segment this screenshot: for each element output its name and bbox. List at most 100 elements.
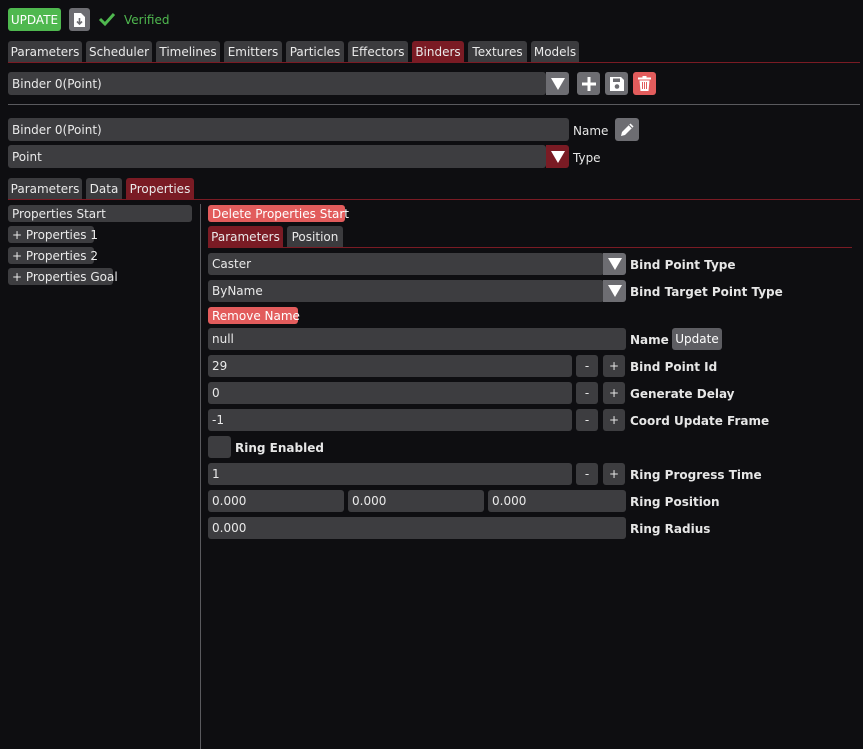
update-button[interactable]: UPDATE: [8, 8, 61, 31]
coord-update-frame-label: Coord Update Frame: [630, 414, 770, 428]
ring-enabled-label: Ring Enabled: [235, 441, 324, 455]
minus-glyph: -: [584, 386, 590, 400]
point-name-label: Name: [630, 333, 669, 347]
field-value: null: [212, 332, 234, 346]
tab-emitters[interactable]: Emitters: [224, 41, 282, 62]
ring-progress-time-increment[interactable]: +: [603, 463, 625, 485]
coord-update-frame-increment[interactable]: +: [603, 409, 625, 431]
name-update-button[interactable]: Update: [672, 328, 722, 350]
tree-item-label: + Properties 2: [12, 248, 98, 263]
edit-name-button[interactable]: [615, 118, 639, 141]
main-tabs-underline: [8, 62, 860, 63]
generate-delay-decrement[interactable]: -: [576, 382, 598, 404]
binder-type-value: Point: [12, 149, 42, 164]
tab-timelines[interactable]: Timelines: [156, 41, 220, 62]
update-label: Update: [675, 332, 719, 346]
tab-effectors[interactable]: Effectors: [348, 41, 408, 62]
delete-properties-label: Delete Properties Start: [212, 206, 350, 221]
ring-radius-field[interactable]: 0.000: [208, 517, 626, 539]
field-value: 0.000: [492, 494, 527, 508]
tree-item-label: + Properties Goal: [12, 269, 118, 284]
subtab-properties[interactable]: Properties: [126, 178, 194, 199]
binder-type-arrow[interactable]: [546, 145, 569, 168]
generate-delay-field[interactable]: 0: [208, 382, 572, 404]
tree-item-properties-2[interactable]: + Properties 2: [8, 247, 98, 264]
bind-point-type-select[interactable]: Caster: [208, 253, 604, 275]
bind-point-type-label: Bind Point Type: [630, 258, 736, 272]
chevron-down-icon: [607, 285, 622, 297]
panel-splitter[interactable]: [200, 204, 201, 749]
select-value: Caster: [212, 257, 252, 271]
ring-enabled-checkbox[interactable]: [208, 436, 231, 458]
bind-point-id-increment[interactable]: +: [603, 355, 625, 377]
props-tabs-underline: [208, 247, 852, 248]
save-file-button[interactable]: [69, 8, 90, 31]
tab-label: Models: [533, 44, 577, 59]
tab-models[interactable]: Models: [531, 41, 579, 62]
bind-target-point-type-label: Bind Target Point Type: [630, 285, 783, 299]
tab-label: Scheduler: [88, 44, 150, 59]
tab-label: Particles: [289, 44, 341, 59]
tree-item-properties-start[interactable]: Properties Start: [8, 205, 192, 222]
delete-properties-button[interactable]: Delete Properties Start: [208, 205, 349, 222]
save-binder-button[interactable]: [605, 72, 628, 95]
binder-select-arrow[interactable]: [546, 72, 569, 95]
bind-target-point-type-select[interactable]: ByName: [208, 280, 604, 302]
checkmark-icon: [98, 12, 116, 27]
chevron-down-icon: [550, 150, 565, 163]
point-name-field[interactable]: null: [208, 328, 626, 350]
tree-item-label: Properties Start: [12, 206, 106, 221]
tab-particles[interactable]: Particles: [286, 41, 344, 62]
plus-glyph: +: [608, 467, 620, 481]
binder-name-field[interactable]: Binder 0(Point): [8, 118, 569, 141]
props-tab-parameters[interactable]: Parameters: [208, 226, 283, 247]
subtab-data[interactable]: Data: [86, 178, 122, 199]
remove-name-button[interactable]: Remove Name: [208, 307, 300, 324]
tree-item-properties-goal[interactable]: + Properties Goal: [8, 268, 118, 285]
binder-type-label: Type: [573, 151, 601, 165]
coord-update-frame-field[interactable]: -1: [208, 409, 572, 431]
tab-label: Textures: [472, 44, 523, 59]
tab-textures[interactable]: Textures: [468, 41, 527, 62]
tab-parameters[interactable]: Parameters: [8, 41, 82, 62]
bind-target-point-type-arrow[interactable]: [603, 280, 626, 302]
bind-point-id-decrement[interactable]: -: [576, 355, 598, 377]
subtab-parameters[interactable]: Parameters: [8, 178, 82, 199]
section-divider: [8, 104, 860, 105]
sub-tabs-underline: [8, 199, 860, 200]
update-button-label: UPDATE: [10, 12, 59, 27]
plus-glyph: +: [608, 386, 620, 400]
add-binder-button[interactable]: [577, 72, 600, 95]
ring-position-z-field[interactable]: 0.000: [488, 490, 626, 512]
ring-progress-time-decrement[interactable]: -: [576, 463, 598, 485]
ring-progress-time-field[interactable]: 1: [208, 463, 572, 485]
file-download-icon: [74, 12, 85, 27]
ring-position-x-field[interactable]: 0.000: [208, 490, 344, 512]
binder-select[interactable]: Binder 0(Point): [8, 72, 546, 95]
chevron-down-icon: [607, 258, 622, 270]
coord-update-frame-decrement[interactable]: -: [576, 409, 598, 431]
tab-label: Parameters: [10, 181, 80, 196]
bind-point-type-arrow[interactable]: [603, 253, 626, 275]
ring-radius-label: Ring Radius: [630, 522, 711, 536]
field-value: 29: [212, 359, 228, 373]
field-value: 1: [212, 467, 220, 481]
binder-type-select[interactable]: Point: [8, 145, 546, 168]
tab-label: Effectors: [351, 44, 405, 59]
tab-label: Parameters: [211, 229, 280, 244]
delete-binder-button[interactable]: [633, 72, 656, 95]
bind-point-id-field[interactable]: 29: [208, 355, 572, 377]
binder-name-label: Name: [573, 124, 609, 138]
generate-delay-increment[interactable]: +: [603, 382, 625, 404]
tree-item-label: + Properties 1: [12, 227, 98, 242]
tree-item-properties-1[interactable]: + Properties 1: [8, 226, 98, 243]
ring-position-y-field[interactable]: 0.000: [348, 490, 484, 512]
tab-scheduler[interactable]: Scheduler: [86, 41, 152, 62]
plus-icon: [581, 76, 596, 91]
plus-glyph: +: [608, 359, 620, 373]
props-tab-position[interactable]: Position: [287, 226, 343, 247]
tab-binders[interactable]: Binders: [412, 41, 464, 62]
trash-icon: [638, 76, 651, 91]
chevron-down-icon: [550, 77, 565, 90]
tab-label: Emitters: [227, 44, 279, 59]
